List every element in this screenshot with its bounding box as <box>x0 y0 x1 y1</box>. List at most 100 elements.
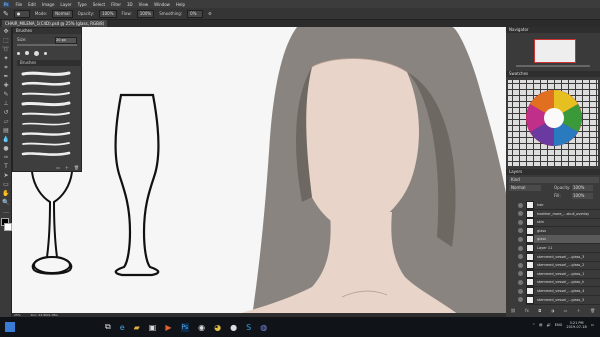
language-indicator[interactable]: ENG <box>555 323 563 327</box>
swatch-grid[interactable] <box>506 78 600 168</box>
visibility-eye-icon[interactable] <box>518 202 523 208</box>
marquee-tool-icon[interactable]: ⬚ <box>2 37 10 45</box>
flow-field[interactable]: 100% <box>136 9 155 18</box>
skype-icon[interactable]: S <box>246 323 251 332</box>
visibility-eye-icon[interactable] <box>518 245 523 251</box>
store-icon[interactable]: ▣ <box>149 323 157 332</box>
menu-edit[interactable]: Edit <box>28 2 36 7</box>
move-tool-icon[interactable]: ✥ <box>2 28 10 36</box>
brush-preset-list[interactable] <box>17 68 79 178</box>
layer-opacity-label: Opacity: <box>554 185 571 190</box>
navigator-thumbnail[interactable] <box>534 39 576 63</box>
network-icon[interactable]: ▤ <box>539 323 542 327</box>
visibility-eye-icon[interactable] <box>518 228 523 234</box>
blur-icon[interactable]: 💧 <box>2 136 10 144</box>
document-tab-bar: CHAIR_MILENA_1(C4D).psd @ 25% (glass, RG… <box>0 20 600 27</box>
gear-icon[interactable]: ⚙ <box>208 11 212 16</box>
layer-thumbnail <box>526 261 534 270</box>
layer-thumbnail <box>526 226 534 235</box>
brush-group-folder[interactable]: Brushes <box>17 60 82 66</box>
zoom-tool-icon[interactable]: 🔍 <box>2 199 10 207</box>
menu-filter[interactable]: Filter <box>111 2 121 7</box>
media-player-icon[interactable]: ▶ <box>165 323 171 332</box>
edge-browser-icon[interactable]: e <box>120 323 125 332</box>
visibility-eye-icon[interactable] <box>518 254 523 260</box>
shape-tool-icon[interactable]: ▭ <box>2 181 10 189</box>
volume-icon[interactable]: 🔊 <box>546 323 550 327</box>
brush-preset-picker[interactable]: ● <box>13 9 30 18</box>
visibility-eye-icon[interactable] <box>518 262 523 268</box>
trash-icon[interactable]: 🗑 <box>590 308 595 314</box>
dodge-icon[interactable]: ● <box>2 145 10 153</box>
mask-icon[interactable]: ◘ <box>538 308 541 314</box>
document-canvas[interactable] <box>12 27 506 317</box>
ps-logo-icon[interactable]: Ps <box>3 1 10 7</box>
menu-file[interactable]: File <box>15 2 22 7</box>
healing-brush-icon[interactable]: ✚ <box>2 82 10 90</box>
path-selection-icon[interactable]: ➤ <box>2 172 10 180</box>
fill-field[interactable]: 100% <box>572 193 593 199</box>
obs-icon[interactable]: ● <box>230 323 237 332</box>
clone-stamp-icon[interactable]: ⊥ <box>2 100 10 108</box>
file-explorer-icon[interactable]: ▰ <box>134 323 140 332</box>
brush-tool-icon[interactable]: ✎ <box>2 91 10 99</box>
layer-opacity-field[interactable]: 100% <box>572 185 593 191</box>
gradient-icon[interactable]: ▤ <box>2 127 10 135</box>
visibility-eye-icon[interactable] <box>518 288 523 294</box>
visibility-eye-icon[interactable] <box>518 211 523 217</box>
trash-icon[interactable]: 🗑 <box>74 165 79 171</box>
hand-tool-icon[interactable]: ✋ <box>2 190 10 198</box>
new-layer-icon[interactable]: ＋ <box>577 308 581 314</box>
blend-mode-select[interactable]: Normal <box>509 185 541 191</box>
eraser-icon[interactable]: ▱ <box>2 118 10 126</box>
pen-tool-icon[interactable]: ✑ <box>2 154 10 162</box>
new-brush-icon[interactable]: ＋ <box>65 165 69 171</box>
adjustment-icon[interactable]: ◑ <box>551 308 555 314</box>
menu-layer[interactable]: Layer <box>60 2 71 7</box>
layer-row[interactable]: stemmed_vessel_...glass_5 <box>518 295 600 305</box>
clock[interactable]: 3:21 PM 2019-07-18 <box>566 321 586 329</box>
history-brush-icon[interactable]: ↺ <box>2 109 10 117</box>
layer-filter-kind[interactable]: Kind <box>509 177 599 183</box>
task-view-icon[interactable]: ⧉ <box>105 322 111 332</box>
brush-tool-icon[interactable]: ✎ <box>3 10 9 18</box>
chrome-icon[interactable]: ◕ <box>214 323 221 332</box>
size-field[interactable]: 20 px <box>55 37 77 44</box>
edit-toolbar-icon[interactable]: … <box>2 208 10 216</box>
background-color-swatch[interactable] <box>4 223 12 231</box>
windows-start-icon[interactable] <box>5 322 15 332</box>
smoothing-field[interactable]: 0% <box>187 9 204 18</box>
visibility-eye-icon[interactable] <box>518 236 523 242</box>
link-icon[interactable]: ⛓ <box>511 308 516 314</box>
visibility-eye-icon[interactable] <box>518 297 523 303</box>
mode-select[interactable]: Normal <box>52 9 73 18</box>
menu-window[interactable]: Window <box>154 2 170 7</box>
layers-panel: Layers Kind Normal Opacity: 100% Fill: 1… <box>506 169 600 318</box>
steam-icon[interactable]: ◉ <box>198 323 205 332</box>
lasso-tool-icon[interactable]: ➰ <box>2 46 10 54</box>
type-tool-icon[interactable]: T <box>2 163 10 171</box>
document-tab[interactable]: CHAIR_MILENA_1(C4D).psd @ 25% (glass, RG… <box>2 20 108 27</box>
photoshop-taskbar-icon[interactable]: Ps <box>180 322 190 332</box>
menu-3d[interactable]: 3D <box>127 2 133 7</box>
size-slider[interactable] <box>17 44 77 46</box>
menu-help[interactable]: Help <box>176 2 185 7</box>
opacity-field[interactable]: 100% <box>99 9 117 18</box>
folder-icon[interactable]: ▭ <box>564 308 568 314</box>
visibility-eye-icon[interactable] <box>518 279 523 285</box>
discord-icon[interactable]: ◍ <box>260 323 267 332</box>
menu-image[interactable]: Image <box>42 2 55 7</box>
visibility-eye-icon[interactable] <box>518 271 523 277</box>
magic-wand-icon[interactable]: ✦ <box>2 55 10 63</box>
tray-arrow-icon[interactable]: ^ <box>532 323 535 327</box>
visibility-eye-icon[interactable] <box>518 219 523 225</box>
menu-select[interactable]: Select <box>93 2 105 7</box>
crop-tool-icon[interactable]: ⌗ <box>2 64 10 72</box>
menu-view[interactable]: View <box>139 2 149 7</box>
new-group-icon[interactable]: ▭ <box>56 165 60 171</box>
notifications-icon[interactable]: ▭ <box>591 323 594 327</box>
eyedropper-icon[interactable]: ✒ <box>2 73 10 81</box>
navigator-zoom-slider[interactable] <box>516 65 590 67</box>
menu-type[interactable]: Type <box>78 2 87 7</box>
fx-icon[interactable]: fx <box>525 308 529 314</box>
